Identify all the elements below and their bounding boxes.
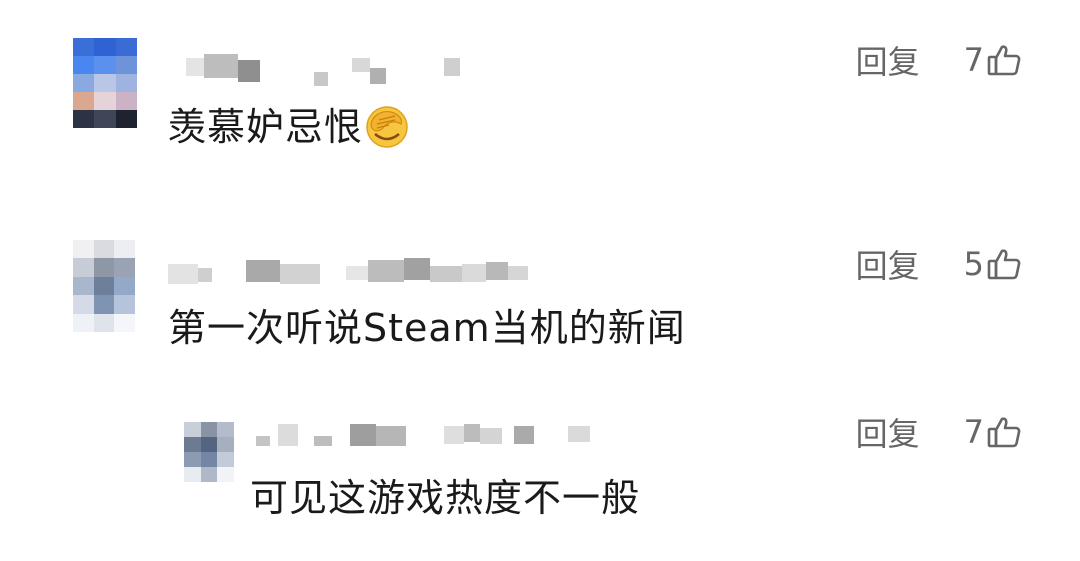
comment-actions: 回复 7 [856,38,1022,82]
like-count: 5 [963,245,984,283]
reply-comment-item: 可见这游戏热度不一般 回复 7 [0,390,1080,561]
thumbs-up-icon[interactable] [986,42,1022,78]
avatar[interactable] [73,240,135,332]
thumbs-up-icon[interactable] [986,246,1022,282]
comment-text: 羡慕妒忌恨 [168,104,409,149]
facepalm-emoji-icon [366,106,408,148]
comment-item: 羡慕妒忌恨 回复 7 [0,0,1080,200]
comment-actions: 回复 7 [856,410,1022,454]
username-blurred[interactable] [168,252,558,286]
comment-text: 第一次听说Steam当机的新闻 [168,306,686,350]
reply-button[interactable]: 回复 [856,241,920,287]
thumbs-up-icon[interactable] [986,414,1022,450]
username-blurred[interactable] [180,50,470,86]
like-count: 7 [963,41,984,79]
username-blurred[interactable] [252,420,602,454]
avatar[interactable] [184,422,234,482]
reply-button[interactable]: 回复 [856,409,920,455]
comment-item: 第一次听说Steam当机的新闻 回复 5 [0,200,1080,390]
avatar[interactable] [73,38,137,128]
reply-button[interactable]: 回复 [856,37,920,83]
comment-text: 可见这游戏热度不一般 [250,476,641,520]
comment-actions: 回复 5 [856,242,1022,286]
like-count: 7 [963,413,984,451]
